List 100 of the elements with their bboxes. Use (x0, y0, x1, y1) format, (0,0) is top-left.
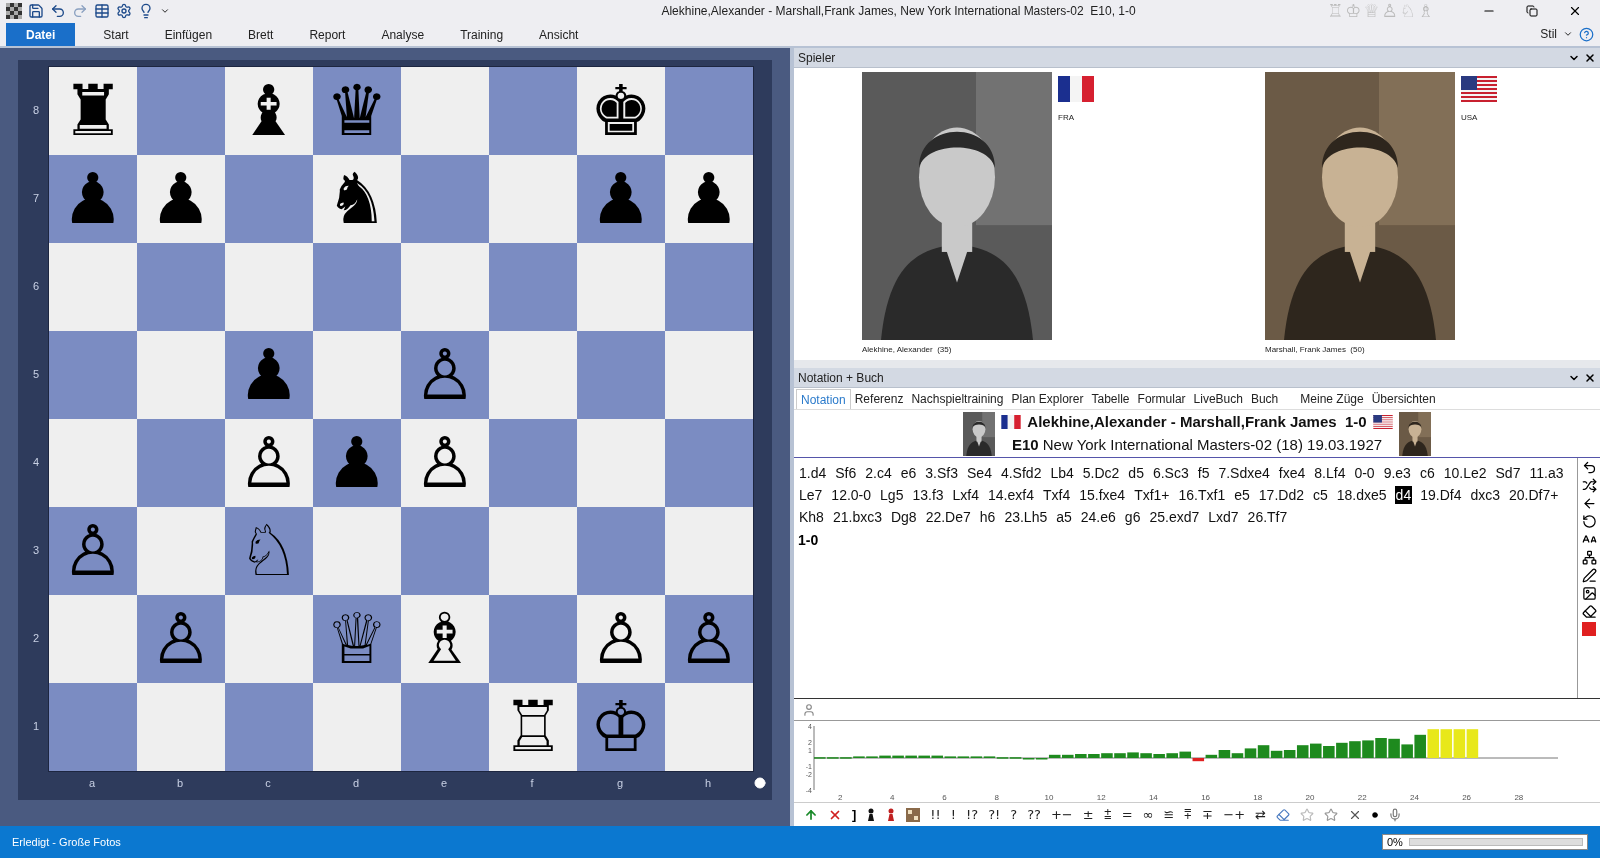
chess-piece[interactable]: ♟ (325, 428, 389, 498)
board-square[interactable]: ♟ (665, 155, 753, 243)
notation-tab[interactable]: LiveBuch (1189, 389, 1247, 409)
board-square[interactable] (489, 331, 577, 419)
notation-tab[interactable]: Tabelle (1087, 389, 1134, 409)
move[interactable]: 1.d4 (798, 464, 828, 482)
tree-icon[interactable] (1581, 550, 1597, 565)
star-icon[interactable] (1299, 807, 1314, 822)
board-square[interactable]: ♙ (401, 419, 489, 507)
move[interactable]: 7.Sdxe4 (1217, 464, 1271, 482)
board-square[interactable] (137, 243, 225, 331)
board-square[interactable] (313, 331, 401, 419)
board-square[interactable] (489, 507, 577, 595)
move[interactable]: Lxd7 (1207, 508, 1240, 526)
chess-piece[interactable]: ♔ (589, 692, 653, 762)
move[interactable]: 2.c4 (864, 464, 893, 482)
board-square[interactable] (665, 683, 753, 771)
restore-icon[interactable] (1526, 5, 1538, 17)
board-square[interactable]: ♙ (665, 595, 753, 683)
shuffle-icon[interactable] (1581, 478, 1597, 493)
board-square[interactable]: ♙ (137, 595, 225, 683)
board-square[interactable] (665, 507, 753, 595)
board-square[interactable] (665, 243, 753, 331)
board-square[interactable] (225, 595, 313, 683)
ribbon-tab[interactable]: Datei (6, 23, 76, 46)
ribbon-tab[interactable]: Einfügen (146, 23, 231, 46)
annotation-symbol[interactable]: !? (966, 804, 979, 825)
move[interactable]: f5 (1196, 464, 1211, 482)
move[interactable]: 19.Df4 (1419, 486, 1463, 504)
chess-piece[interactable]: ♙ (413, 428, 477, 498)
annotation-symbol[interactable]: !! (930, 804, 941, 825)
board-square[interactable]: ♕ (313, 595, 401, 683)
chess-piece[interactable]: ♙ (61, 516, 125, 586)
annotation-symbol[interactable]: ? (1010, 804, 1018, 825)
board-square[interactable] (49, 595, 137, 683)
board-square[interactable] (489, 67, 577, 155)
board-square[interactable] (137, 67, 225, 155)
move[interactable]: e5 (1233, 486, 1251, 504)
board-square[interactable] (665, 67, 753, 155)
move[interactable]: g6 (1123, 508, 1142, 526)
ribbon-tab[interactable]: Start (85, 23, 147, 46)
chess-piece[interactable]: ♝ (237, 76, 301, 146)
board-square[interactable] (401, 683, 489, 771)
chess-piece[interactable]: ♟ (149, 164, 213, 234)
notation-tab[interactable]: Notation (796, 389, 851, 409)
table-icon[interactable] (94, 3, 110, 19)
chess-piece[interactable]: ♖ (501, 692, 565, 762)
notation-tab[interactable]: Formular (1133, 389, 1190, 409)
move[interactable]: Lg5 (879, 486, 905, 504)
notation-tab[interactable]: Plan Explorer (1007, 389, 1088, 409)
move[interactable]: Lxf4 (951, 486, 981, 504)
move[interactable]: 23.Lh5 (1003, 508, 1049, 526)
annotation-symbol[interactable]: ⩲ (1103, 804, 1112, 825)
move[interactable]: 13.f3 (911, 486, 945, 504)
board-square[interactable] (225, 243, 313, 331)
board-square[interactable] (577, 331, 665, 419)
annotation-symbol[interactable]: +− (1050, 804, 1073, 825)
board-square[interactable] (49, 683, 137, 771)
board-square[interactable] (49, 419, 137, 507)
move[interactable]: 14.exf4 (987, 486, 1035, 504)
move[interactable]: Se4 (966, 464, 993, 482)
notation-tab[interactable]: Übersichten (1367, 389, 1440, 409)
chess-piece[interactable]: ♕ (325, 604, 389, 674)
board-square[interactable]: ♛ (313, 67, 401, 155)
notation-tab[interactable]: Buch (1246, 389, 1283, 409)
lightbulb-icon[interactable] (138, 3, 154, 19)
chess-piece[interactable]: ♟ (61, 164, 125, 234)
board-square[interactable] (313, 243, 401, 331)
annotation-symbol[interactable]: ] (852, 804, 857, 825)
image-icon[interactable] (1581, 586, 1597, 601)
board-square[interactable]: ♔ (577, 683, 665, 771)
board-square[interactable]: ♘ (225, 507, 313, 595)
notation-tab[interactable]: Nachspieltraining (907, 389, 1008, 409)
board-square[interactable] (665, 419, 753, 507)
move[interactable]: c6 (1418, 464, 1436, 482)
settings-icon[interactable] (116, 3, 132, 19)
board-square[interactable]: ♙ (49, 507, 137, 595)
move[interactable]: Kh8 (798, 508, 825, 526)
board-square[interactable] (401, 67, 489, 155)
chess-piece[interactable]: ♗ (413, 604, 477, 674)
annotation-symbol[interactable]: ! (950, 804, 956, 825)
save-icon[interactable] (28, 3, 44, 19)
color-square-icon[interactable] (1582, 622, 1596, 636)
chess-piece[interactable]: ♙ (589, 604, 653, 674)
caret-icon[interactable] (160, 6, 170, 16)
move[interactable]: 3.Sf3 (924, 464, 959, 482)
move[interactable]: Txf1+ (1133, 486, 1171, 504)
close-icon[interactable] (1568, 4, 1582, 18)
move[interactable]: 20.Df7+ (1508, 486, 1560, 504)
board-square[interactable] (137, 419, 225, 507)
chess-piece[interactable]: ♙ (677, 604, 741, 674)
caret-icon[interactable] (1563, 29, 1573, 39)
move[interactable]: fxe4 (1277, 464, 1307, 482)
move[interactable]: Le7 (798, 486, 824, 504)
ribbon-tab[interactable]: Ansicht (521, 23, 597, 46)
board-square[interactable] (401, 155, 489, 243)
chess-piece[interactable]: ♜ (61, 76, 125, 146)
chess-piece[interactable]: ♞ (325, 164, 389, 234)
move[interactable]: 12.0-0 (830, 486, 873, 504)
board-square[interactable] (489, 419, 577, 507)
